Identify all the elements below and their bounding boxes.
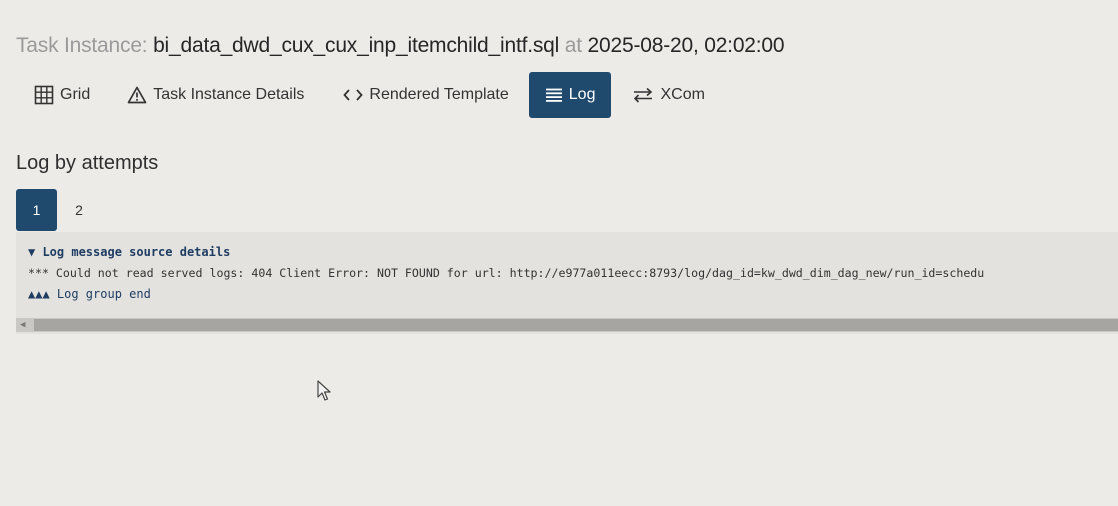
tab-xcom[interactable]: XCom	[617, 72, 719, 118]
horizontal-scrollbar[interactable]: ◀	[16, 318, 1118, 332]
page-title: Task Instance: bi_data_dwd_cux_cux_inp_i…	[16, 34, 785, 58]
log-output: ▼ Log message source details *** Could n…	[16, 232, 1118, 334]
warning-triangle-icon	[127, 86, 147, 104]
tab-task-instance-details[interactable]: Task Instance Details	[112, 72, 328, 118]
tab-log-label: Log	[568, 86, 596, 103]
tab-grid-label: Grid	[60, 86, 91, 103]
tab-task-instance-details-label: Task Instance Details	[153, 86, 305, 103]
at-word: at	[564, 34, 582, 57]
log-group-toggle[interactable]: ▼ Log message source details	[28, 245, 230, 259]
log-group-end: ▲▲▲ Log group end	[28, 287, 151, 301]
task-instance-label: Task Instance:	[16, 34, 148, 57]
log-by-attempts-heading: Log by attempts	[16, 152, 159, 174]
tab-log[interactable]: Log	[528, 72, 612, 118]
task-name: bi_data_dwd_cux_cux_inp_itemchild_intf.s…	[153, 34, 560, 57]
scroll-left-arrow-icon[interactable]: ◀	[20, 320, 25, 330]
list-lines-icon	[545, 88, 563, 102]
scrollbar-thumb[interactable]	[34, 319, 1118, 331]
tab-xcom-label: XCom	[660, 86, 705, 103]
tab-rendered-template-label: Rendered Template	[369, 86, 509, 103]
log-line-error: *** Could not read served logs: 404 Clie…	[28, 266, 985, 280]
tab-rendered-template[interactable]: Rendered Template	[328, 72, 528, 118]
tab-bar: Grid Task Instance Details Rendered Temp…	[18, 72, 720, 118]
attempt-button-2[interactable]: 2	[57, 189, 101, 231]
code-brackets-icon	[343, 88, 364, 102]
tab-grid[interactable]: Grid	[18, 72, 112, 118]
swap-arrows-icon	[632, 87, 654, 103]
mouse-cursor-icon	[317, 380, 333, 407]
run-datetime: 2025-08-20, 02:02:00	[587, 34, 785, 57]
grid-icon	[34, 85, 54, 105]
attempt-selector: 1 2	[16, 189, 101, 231]
attempt-button-1[interactable]: 1	[16, 189, 57, 231]
